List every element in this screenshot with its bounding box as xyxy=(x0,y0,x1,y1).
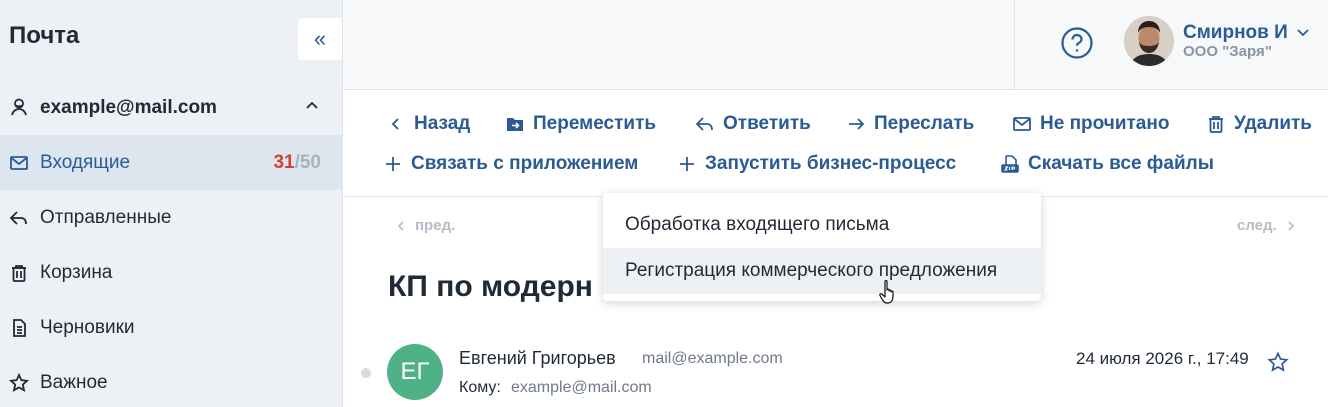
collapse-sidebar-button[interactable]: « xyxy=(298,18,342,60)
total-count: 50 xyxy=(299,152,321,173)
sidebar-item-important[interactable]: Важное xyxy=(0,355,343,407)
envelope-icon xyxy=(1013,117,1031,131)
inbox-count: 31/50 xyxy=(273,152,321,173)
star-icon[interactable] xyxy=(1267,351,1289,373)
account-email: example@mail.com xyxy=(40,97,217,118)
chevron-left-icon xyxy=(391,118,399,130)
avatar[interactable] xyxy=(1124,16,1174,66)
sidebar-item-drafts[interactable]: Черновики xyxy=(0,300,343,355)
account-selector[interactable]: example@mail.com xyxy=(0,88,343,128)
user-icon xyxy=(11,98,27,116)
message-subject: КП по модерн xyxy=(388,270,593,303)
envelope-icon xyxy=(10,156,28,170)
avatar-image xyxy=(1124,16,1174,66)
reply-icon xyxy=(9,211,27,225)
sidebar-item-inbox[interactable]: Входящие 31/50 xyxy=(0,135,343,190)
plus-icon xyxy=(680,157,694,171)
link-app-button[interactable]: Связать с приложением xyxy=(383,153,638,175)
sidebar-item-trash[interactable]: Корзина xyxy=(0,245,343,300)
sidebar: Почта « example@mail.com Входящие 31/50 … xyxy=(0,0,343,407)
help-icon[interactable] xyxy=(1060,26,1094,60)
plus-icon xyxy=(386,157,400,171)
header-divider xyxy=(1014,0,1015,90)
chevron-up-icon[interactable] xyxy=(302,96,322,116)
message-date: 24 июля 2026 г., 17:49 xyxy=(1076,349,1249,368)
read-status-dot[interactable] xyxy=(361,368,371,378)
business-process-dropdown: Обработка входящего письма Регистрация к… xyxy=(603,193,1041,301)
prev-message-link[interactable]: пред. xyxy=(395,217,455,234)
trash-icon xyxy=(12,265,26,282)
star-icon xyxy=(9,373,29,392)
unread-count: 31 xyxy=(273,152,295,173)
chevron-right-icon xyxy=(1288,220,1294,231)
mail-toolbar: Назад Переместить Ответить Переслать Не … xyxy=(343,91,1328,197)
top-header: Смирнов И ООО "Заря" xyxy=(343,0,1328,90)
document-icon xyxy=(13,319,26,337)
trash-icon xyxy=(1209,116,1223,133)
sender-name[interactable]: Евгений Григорьев xyxy=(459,348,616,369)
recipient-label: Кому: xyxy=(459,379,501,396)
folder-move-icon xyxy=(507,118,523,131)
sidebar-item-label: Важное xyxy=(40,372,108,393)
dropdown-item-commercial-offer[interactable]: Регистрация коммерческого предложения xyxy=(603,248,1041,294)
delete-button[interactable]: Удалить xyxy=(1206,113,1312,135)
sidebar-item-label: Корзина xyxy=(40,262,113,283)
mark-unread-button[interactable]: Не прочитано xyxy=(1012,113,1169,135)
reply-button[interactable]: Ответить xyxy=(695,113,811,135)
recipient-email: example@mail.com xyxy=(511,379,652,396)
chevron-left-icon xyxy=(397,220,404,231)
next-message-link[interactable]: след. xyxy=(1237,217,1297,234)
dropdown-item-incoming[interactable]: Обработка входящего письма xyxy=(603,202,1041,248)
hand-cursor-icon xyxy=(879,280,894,304)
sidebar-item-label: Отправленные xyxy=(40,207,172,228)
download-all-button[interactable]: Скачать все файлы xyxy=(1000,153,1214,175)
chevron-down-icon[interactable] xyxy=(1295,24,1311,40)
user-name[interactable]: Смирнов И xyxy=(1183,22,1288,44)
move-button[interactable]: Переместить xyxy=(505,113,656,135)
reply-icon xyxy=(695,117,713,131)
sender-avatar: ЕГ xyxy=(387,344,443,400)
arrow-right-icon xyxy=(849,118,865,130)
run-process-button[interactable]: Запустить бизнес-процесс xyxy=(677,153,956,175)
sidebar-item-label: Черновики xyxy=(40,317,135,338)
back-button[interactable]: Назад xyxy=(386,113,470,135)
sender-email: mail@example.com xyxy=(642,350,783,367)
forward-button[interactable]: Переслать xyxy=(846,113,974,135)
user-org: ООО "Заря" xyxy=(1183,43,1272,60)
sidebar-item-label: Входящие xyxy=(40,152,131,173)
zip-archive-icon xyxy=(1001,155,1019,173)
sidebar-title: Почта xyxy=(9,22,80,49)
sidebar-item-sent[interactable]: Отправленные xyxy=(0,190,343,245)
